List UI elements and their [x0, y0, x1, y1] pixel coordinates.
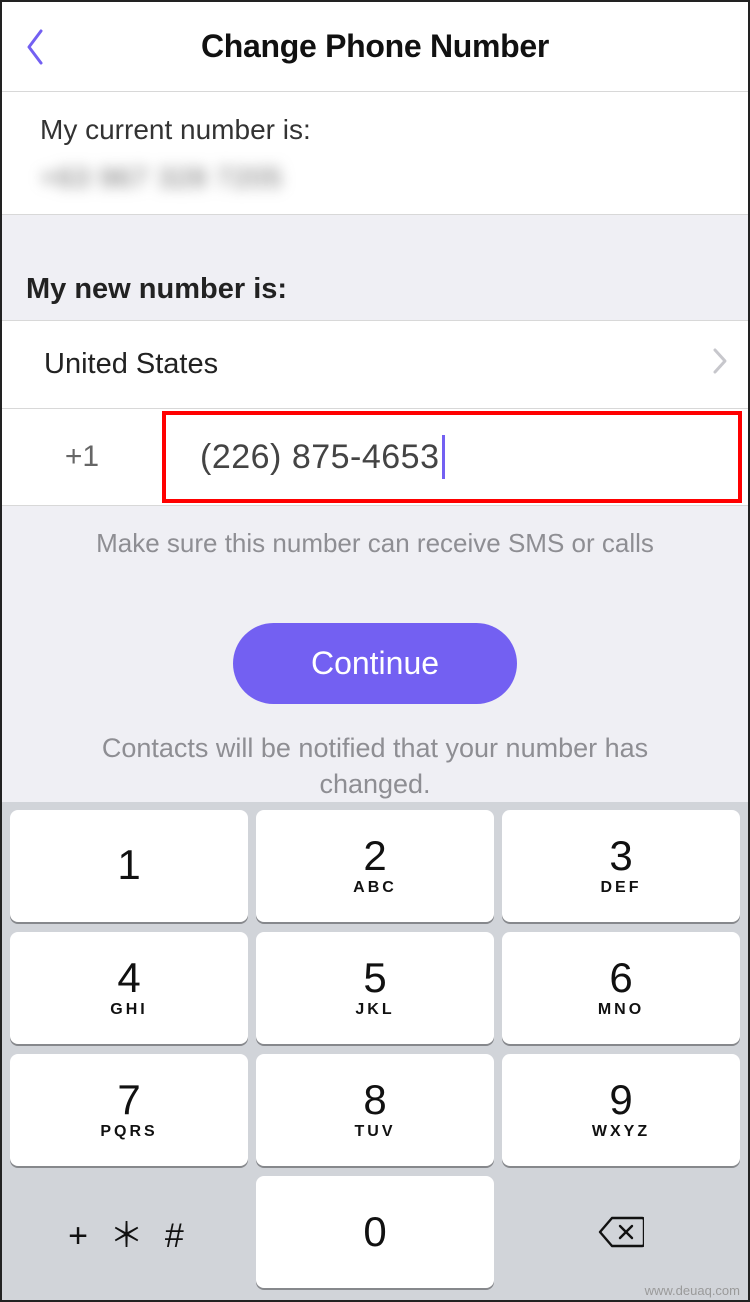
- key-1[interactable]: 1: [10, 810, 248, 922]
- new-number-label: My new number is:: [2, 215, 748, 321]
- current-number-value: +63 967 328 7205: [2, 156, 748, 214]
- key-9[interactable]: 9WXYZ: [502, 1054, 740, 1166]
- phone-number-input[interactable]: (226) 875-4653: [162, 411, 742, 503]
- key-0[interactable]: 0: [256, 1176, 494, 1288]
- key-7[interactable]: 7PQRS: [10, 1054, 248, 1166]
- key-2[interactable]: 2ABC: [256, 810, 494, 922]
- header: Change Phone Number: [2, 2, 748, 92]
- page-title: Change Phone Number: [2, 28, 748, 65]
- sms-hint: Make sure this number can receive SMS or…: [30, 528, 720, 559]
- backspace-icon: [598, 1216, 644, 1248]
- key-6[interactable]: 6MNO: [502, 932, 740, 1044]
- notify-note: Contacts will be notified that your numb…: [30, 730, 720, 803]
- numeric-keypad: 1 2ABC 3DEF 4GHI 5JKL 6MNO 7PQRS 8TUV 9W…: [2, 802, 748, 1300]
- phone-number-value: (226) 875-4653: [200, 438, 440, 477]
- watermark: www.deuaq.com: [645, 1283, 740, 1298]
- phone-input-row: +1 (226) 875-4653: [2, 409, 748, 506]
- country-name: United States: [44, 348, 218, 381]
- key-8[interactable]: 8TUV: [256, 1054, 494, 1166]
- dial-code[interactable]: +1: [2, 409, 162, 505]
- current-number-label: My current number is:: [2, 92, 748, 156]
- key-5[interactable]: 5JKL: [256, 932, 494, 1044]
- key-4[interactable]: 4GHI: [10, 932, 248, 1044]
- chevron-left-icon: [25, 29, 45, 65]
- key-3[interactable]: 3DEF: [502, 810, 740, 922]
- continue-button[interactable]: Continue: [233, 623, 517, 704]
- country-selector[interactable]: United States: [2, 321, 748, 409]
- text-cursor: [442, 435, 445, 479]
- key-backspace[interactable]: [502, 1176, 740, 1288]
- back-button[interactable]: [20, 27, 50, 67]
- current-number-section: My current number is: +63 967 328 7205: [2, 92, 748, 215]
- chevron-right-icon: [712, 345, 728, 384]
- key-symbols[interactable]: + ＊ #: [10, 1176, 248, 1288]
